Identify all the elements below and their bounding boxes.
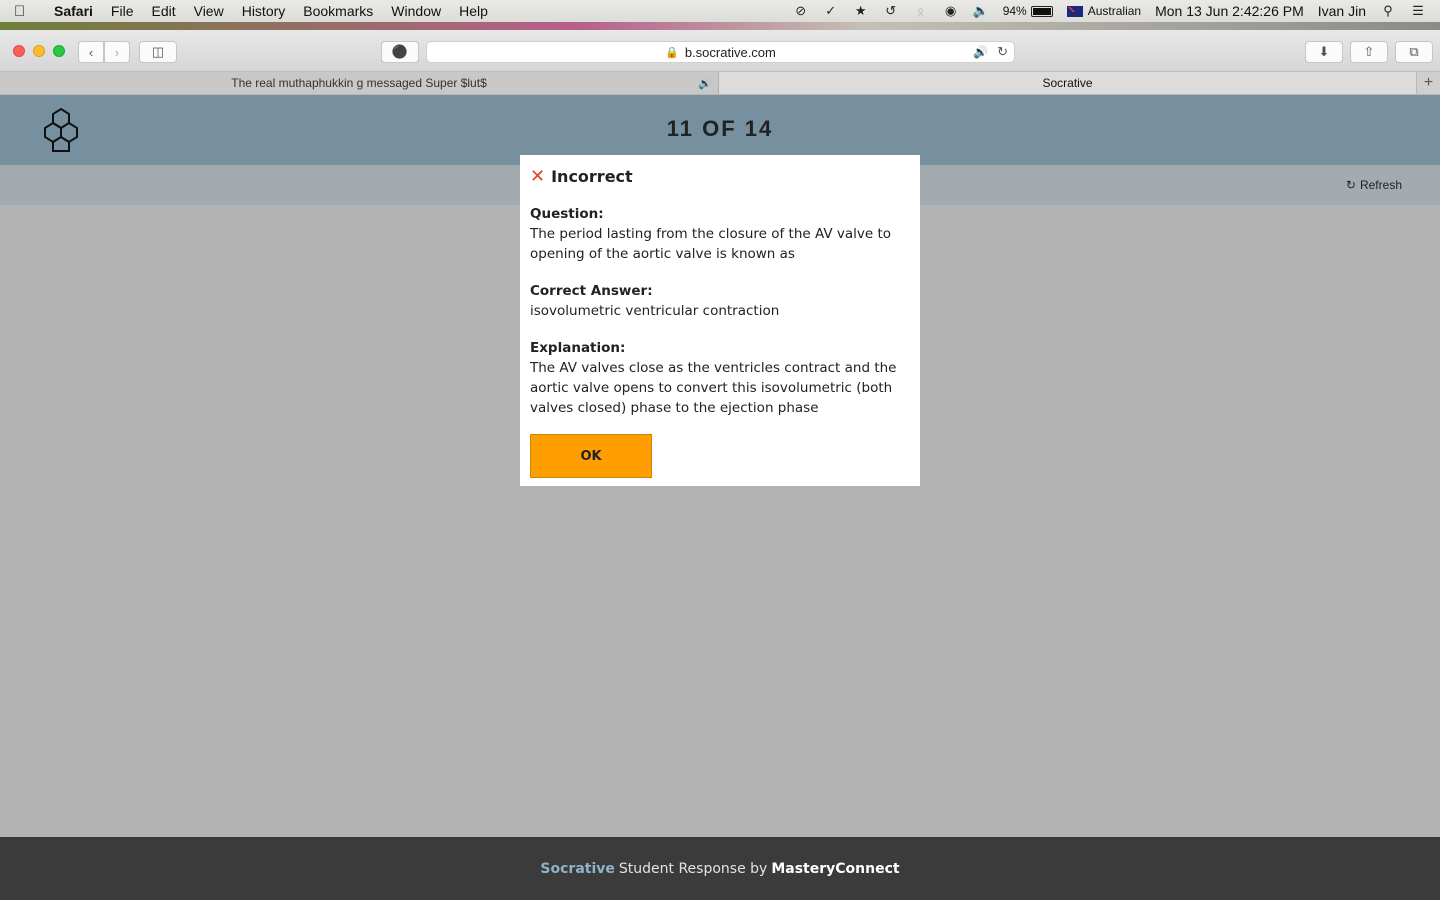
explanation-text: The AV valves close as the ventricles co…	[530, 360, 897, 416]
input-source-label: Australian	[1087, 4, 1142, 18]
share-icon: ⇧	[1363, 44, 1375, 59]
chevron-left-icon: ‹	[88, 44, 94, 60]
question-progress: 11 OF 14	[666, 116, 774, 141]
macos-menubar:  Safari File Edit View History Bookmark…	[0, 0, 1440, 22]
explanation-block: Explanation: The AV valves close as the …	[530, 338, 910, 418]
input-source[interactable]: Australian	[1066, 4, 1142, 18]
sidebar-icon: ◫	[151, 44, 165, 59]
chevron-right-icon: ›	[114, 44, 120, 60]
battery-indicator[interactable]: 94%	[1003, 4, 1053, 18]
apple-icon[interactable]: 	[14, 3, 42, 20]
tab-socrative[interactable]: Socrative	[719, 72, 1416, 94]
reload-icon[interactable]: ↻	[997, 44, 1008, 60]
correct-answer-text: isovolumetric ventricular contraction	[530, 303, 780, 319]
forward-button[interactable]: ›	[104, 41, 130, 63]
tab-messages[interactable]: The real muthaphukkin g messaged Super $…	[0, 72, 719, 94]
address-bar[interactable]: 🔒 b.socrative.com 🔊 ↻	[426, 41, 1015, 63]
question-text: The period lasting from the closure of t…	[530, 226, 892, 262]
dialog-title-text: Incorrect	[551, 167, 633, 186]
menu-window[interactable]: Window	[391, 3, 441, 19]
safari-toolbar: ‹ › ◫ ⚫ 🔒 b.socrative.com 🔊 ↻ ⬇ ⇧ ⧉	[0, 30, 1440, 72]
shield-icon: ⚫	[391, 44, 409, 59]
incorrect-answer-dialog: ✕ Incorrect Question: The period lasting…	[520, 155, 920, 486]
download-icon: ⬇	[1318, 44, 1330, 59]
explanation-label: Explanation:	[530, 340, 626, 356]
footer-brand[interactable]: Socrative	[540, 861, 614, 877]
refresh-icon: ↻	[1345, 178, 1356, 192]
desktop-background	[0, 22, 1440, 30]
sidebar-button[interactable]: ◫	[139, 41, 177, 63]
close-x-icon: ✕	[530, 165, 546, 187]
volume-icon[interactable]: 🔈	[973, 3, 989, 19]
menubar-status-area: ⊘ ✓ ★ ↺ ᛟ ◉ 🔈 94% Australian Mon 13 Jun …	[793, 3, 1440, 19]
menu-bookmarks[interactable]: Bookmarks	[303, 3, 373, 19]
audio-playing-icon[interactable]: 🔊	[973, 45, 988, 59]
tab-audio-icon[interactable]: 🔊	[698, 77, 712, 90]
tab-overview-button[interactable]: ⧉	[1395, 41, 1433, 63]
checkmark-icon[interactable]: ✓	[823, 3, 839, 19]
new-tab-button[interactable]: +	[1416, 72, 1440, 94]
tab-title: The real muthaphukkin g messaged Super $…	[231, 76, 487, 90]
menu-file[interactable]: File	[111, 3, 134, 19]
footer-company[interactable]: MasteryConnect	[771, 861, 899, 877]
footer-text: Student Response by	[618, 860, 768, 877]
plus-icon: +	[1423, 74, 1434, 91]
battery-icon	[1030, 5, 1053, 17]
downloads-button[interactable]: ⬇	[1305, 41, 1343, 63]
answer-block: Correct Answer: isovolumetric ventricula…	[530, 281, 910, 321]
refresh-button[interactable]: ↻ Refresh	[1346, 178, 1402, 192]
dialog-title: ✕ Incorrect	[530, 167, 910, 186]
minimize-window-button[interactable]	[33, 45, 45, 57]
close-window-button[interactable]	[13, 45, 25, 57]
ok-button[interactable]: OK	[530, 434, 652, 478]
photos-icon[interactable]: ★	[853, 3, 869, 19]
fullscreen-window-button[interactable]	[53, 45, 65, 57]
do-not-disturb-icon[interactable]: ⊘	[793, 3, 809, 19]
correct-answer-label: Correct Answer:	[530, 283, 653, 299]
user-name[interactable]: Ivan Jin	[1318, 3, 1366, 19]
clock[interactable]: Mon 13 Jun 2:42:26 PM	[1155, 3, 1304, 19]
menu-edit[interactable]: Edit	[151, 3, 175, 19]
battery-percent: 94%	[1002, 4, 1027, 18]
address-text: b.socrative.com	[684, 44, 776, 60]
refresh-label: Refresh	[1359, 178, 1402, 192]
menu-view[interactable]: View	[194, 3, 224, 19]
back-button[interactable]: ‹	[78, 41, 104, 63]
notification-center-icon[interactable]: ☰	[1410, 3, 1426, 19]
tabs-icon: ⧉	[1409, 44, 1419, 59]
question-block: Question: The period lasting from the cl…	[530, 204, 910, 264]
share-button[interactable]: ⇧	[1350, 41, 1388, 63]
menu-history[interactable]: History	[242, 3, 286, 19]
shield-extension-button[interactable]: ⚫	[381, 41, 419, 63]
lock-icon: 🔒	[665, 46, 679, 59]
bluetooth-icon[interactable]: ᛟ	[913, 3, 929, 19]
question-label: Question:	[530, 206, 604, 222]
time-machine-icon[interactable]: ↺	[883, 3, 899, 19]
australian-flag-icon	[1066, 5, 1083, 17]
spotlight-search-icon[interactable]: ⚲	[1380, 3, 1396, 19]
tab-title: Socrative	[1042, 76, 1093, 90]
menu-help[interactable]: Help	[459, 3, 488, 19]
menu-app-safari[interactable]: Safari	[54, 3, 93, 19]
tab-bar: The real muthaphukkin g messaged Super $…	[0, 72, 1440, 95]
page-footer: Socrative Student Response by MasteryCon…	[0, 837, 1440, 900]
wifi-icon[interactable]: ◉	[943, 3, 959, 19]
